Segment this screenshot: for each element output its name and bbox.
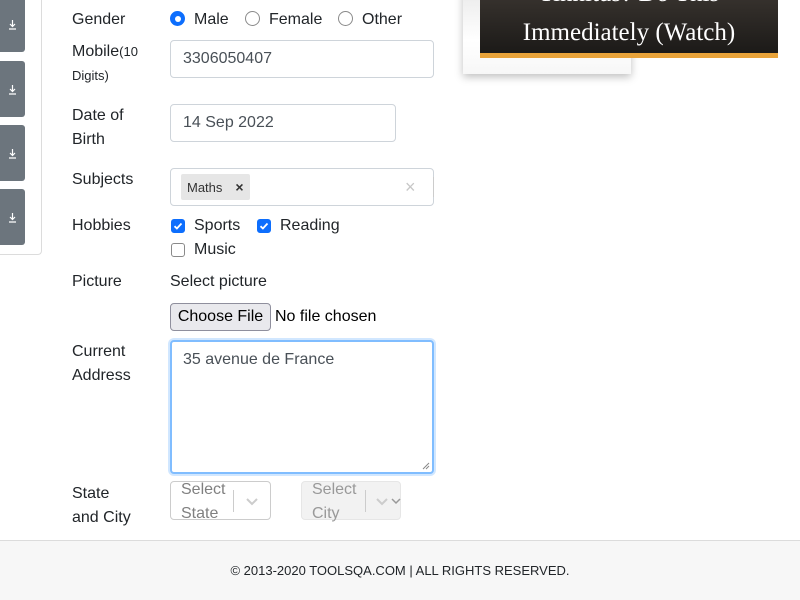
footer-copyright: © 2013-2020 TOOLSQA.COM | ALL RIGHTS RES…	[230, 563, 570, 578]
address-value: 35 avenue de France	[183, 351, 335, 368]
file-status: No file chosen	[275, 308, 377, 325]
mobile-hint-part2: Digits)	[72, 68, 109, 83]
gender-option-female[interactable]: Female	[269, 8, 322, 32]
download-icon	[9, 84, 16, 95]
state-placeholder-line1: Select	[181, 481, 226, 498]
city-placeholder-line1: Select	[312, 481, 357, 498]
subject-chip: Maths ×	[181, 174, 251, 200]
choose-file-button[interactable]: Choose File	[170, 303, 271, 331]
mobile-label-text: Mobile	[72, 43, 120, 60]
gender-radio-male[interactable]	[170, 11, 185, 26]
gender-option-male[interactable]: Male	[194, 8, 229, 32]
ad-banner[interactable]: Tinnitus? Do This Immediately (Watch)	[480, 0, 778, 58]
state-placeholder-line2: State	[181, 505, 219, 522]
address-label-line1: Current	[72, 343, 126, 360]
gender-option-other[interactable]: Other	[362, 8, 402, 32]
sidebar-download-button-3[interactable]	[0, 125, 25, 181]
download-icon	[9, 19, 16, 30]
state-select-separator	[233, 490, 234, 512]
sidebar-download-button-4[interactable]	[0, 189, 25, 245]
dob-input-value: 14 Sep 2022	[183, 114, 274, 131]
state-select[interactable]: Select State	[170, 481, 271, 522]
chevron-down-icon[interactable]	[244, 493, 260, 509]
hobby-checkbox-reading[interactable]	[257, 219, 271, 233]
sidebar-download-button-1[interactable]	[0, 0, 25, 52]
picture-label: Picture	[72, 273, 122, 290]
hobby-checkbox-sports[interactable]	[171, 219, 185, 233]
resize-handle-icon[interactable]	[422, 462, 430, 470]
hobby-option-sports[interactable]: Sports	[194, 214, 240, 238]
ad-headline-line2: Immediately (Watch)	[522, 19, 736, 46]
subjects-separator	[433, 177, 434, 197]
dob-label-line2: Birth	[72, 131, 105, 148]
chevron-down-icon[interactable]	[374, 493, 390, 509]
mobile-hint-part1: (10	[119, 44, 138, 59]
checkmark-icon	[173, 222, 183, 230]
clear-icon[interactable]: ×	[405, 175, 416, 199]
hobbies-label: Hobbies	[72, 217, 131, 234]
city-select[interactable]: Select City	[301, 481, 401, 522]
date-of-birth-input[interactable]: 14 Sep 2022	[170, 104, 396, 142]
hobby-option-music[interactable]: Music	[194, 238, 236, 262]
checkmark-icon	[259, 222, 269, 230]
mobile-input[interactable]: 3306050407	[170, 40, 434, 78]
mobile-label: Mobile(10 Digits)	[72, 40, 138, 88]
mobile-input-value: 3306050407	[183, 50, 272, 67]
subjects-input[interactable]: Maths × ×	[170, 168, 434, 206]
select-picture-label: Select picture	[170, 273, 267, 290]
city-placeholder: Select City	[312, 478, 356, 526]
page-footer: © 2013-2020 TOOLSQA.COM | ALL RIGHTS RES…	[0, 540, 800, 600]
gender-radio-other[interactable]	[338, 11, 353, 26]
address-label-line2: Address	[72, 367, 131, 384]
state-city-label-line2: and City	[72, 509, 131, 526]
download-icon	[9, 212, 16, 223]
subject-chip-label: Maths	[187, 179, 223, 195]
hobby-checkbox-music[interactable]	[171, 243, 185, 257]
state-placeholder: Select State	[181, 478, 225, 526]
city-placeholder-line2: City	[312, 505, 340, 522]
current-address-textarea[interactable]: 35 avenue de France	[170, 340, 434, 474]
gender-label: Gender	[72, 11, 126, 28]
address-label: Current Address	[72, 340, 131, 388]
download-icon	[9, 148, 16, 159]
state-city-label: State and City	[72, 482, 131, 530]
gender-radio-female[interactable]	[245, 11, 260, 26]
hobby-option-reading[interactable]: Reading	[280, 214, 340, 238]
city-select-separator	[365, 490, 366, 512]
dob-label-line1: Date of	[72, 107, 124, 124]
chip-remove-icon[interactable]: ×	[228, 174, 250, 200]
chevron-down-icon	[391, 498, 401, 505]
state-city-label-line1: State	[72, 485, 110, 502]
dob-label: Date of Birth	[72, 104, 124, 152]
ad-headline-line1: Tinnitus? Do This	[480, 0, 778, 9]
subjects-label: Subjects	[72, 171, 134, 188]
sidebar-download-button-2[interactable]	[0, 61, 25, 117]
